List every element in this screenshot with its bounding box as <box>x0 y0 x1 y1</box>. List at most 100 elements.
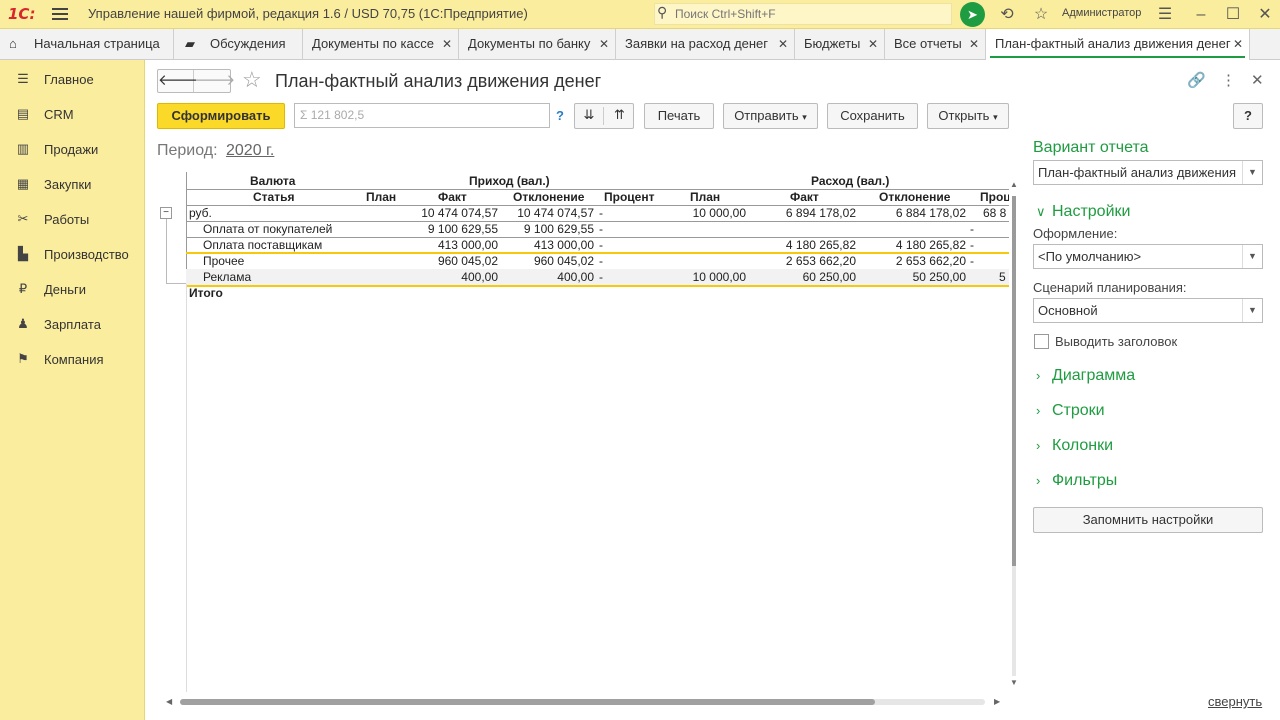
cell-expense-fact: 4 180 265,82 <box>785 238 856 252</box>
tab-discussions[interactable]: ▰ Обсуждения <box>174 29 303 60</box>
sidebar-item-purchases[interactable]: ▦ Закупки <box>0 170 145 200</box>
variant-title: Вариант отчета <box>1033 139 1149 156</box>
format-label: Оформление: <box>1033 226 1118 241</box>
col-income-fact: Факт <box>438 190 467 204</box>
settings-menu-icon[interactable]: ☰ <box>1154 4 1176 26</box>
minimize-icon[interactable]: – <box>1190 4 1212 26</box>
cell-expense-fact: 2 653 662,20 <box>785 254 856 268</box>
section-filters[interactable]: › Фильтры <box>1036 472 1117 490</box>
scroll-thumb[interactable] <box>180 699 875 705</box>
vertical-scrollbar[interactable]: ▲ ▼ <box>1010 180 1018 690</box>
cell-expense-fact: 6 894 178,02 <box>785 206 856 220</box>
sidebar-item-sales[interactable]: ▥ Продажи <box>0 135 145 165</box>
sidebar-item-crm[interactable]: ▤ CRM <box>0 100 145 130</box>
more-menu-icon[interactable]: ⋮ <box>1221 71 1236 89</box>
chevron-down-icon[interactable]: ▼ <box>1242 299 1262 322</box>
favorite-star-icon[interactable]: ☆ <box>242 67 262 93</box>
tab-budgets[interactable]: Бюджеты ✕ <box>795 29 885 60</box>
show-header-checkbox[interactable] <box>1034 334 1049 349</box>
sort-asc-icon[interactable]: ⇈ <box>605 107 634 123</box>
open-button[interactable]: Открыть ▾ <box>927 103 1009 129</box>
cell-income-fact: 413 000,00 <box>437 238 498 252</box>
open-button-label: Открыть <box>938 108 990 123</box>
close-window-icon[interactable]: ✕ <box>1254 4 1276 26</box>
history-icon[interactable]: ⟲ <box>996 4 1018 26</box>
user-name[interactable]: Администратор <box>1062 7 1141 19</box>
settings-section[interactable]: ∨ Настройки <box>1036 203 1130 221</box>
save-button[interactable]: Сохранить <box>827 103 918 129</box>
group-bracket-line <box>166 283 186 284</box>
send-button[interactable]: Отправить ▾ <box>723 103 818 129</box>
back-arrow-icon[interactable]: 🡐 <box>158 70 198 92</box>
link-icon[interactable]: 🔗 <box>1187 71 1206 89</box>
table-row[interactable]: Реклама 400,00 400,00 - 10 000,00 60 250… <box>186 269 1009 285</box>
close-icon[interactable]: ✕ <box>868 29 878 59</box>
close-icon[interactable]: ✕ <box>778 29 788 59</box>
sidebar-item-money[interactable]: ₽ Деньги <box>0 275 145 305</box>
scroll-thumb[interactable] <box>1012 196 1016 566</box>
horizontal-scrollbar[interactable]: ◀ ▶ <box>164 696 1006 708</box>
search-box[interactable]: ⚲ <box>654 3 952 25</box>
search-input[interactable] <box>675 5 945 23</box>
scenario-select[interactable]: Основной ▼ <box>1033 298 1263 323</box>
close-form-icon[interactable]: ✕ <box>1251 71 1264 89</box>
cell-expense-fact: 60 250,00 <box>802 270 856 284</box>
variant-select[interactable]: План-фактный анализ движения де ▼ <box>1033 160 1263 185</box>
sidebar-item-label: Компания <box>44 352 104 367</box>
help-icon[interactable]: ? <box>556 108 564 123</box>
chevron-right-icon: › <box>1036 368 1041 383</box>
forward-arrow-icon[interactable]: 🡒 <box>195 70 235 92</box>
tab-label: Бюджеты <box>804 36 861 51</box>
sidebar-item-company[interactable]: ⚑ Компания <box>0 345 145 375</box>
sum-field: Σ 121 802,5 <box>294 103 550 128</box>
favorites-icon[interactable]: ☆ <box>1030 4 1052 26</box>
sidebar-item-salary[interactable]: ♟ Зарплата <box>0 310 145 340</box>
send-icon[interactable]: ➤ <box>960 2 985 27</box>
collapse-link[interactable]: свернуть <box>1208 694 1262 709</box>
cell-expense-plan: 10 000,00 <box>692 270 746 284</box>
chevron-down-icon[interactable]: ▼ <box>1242 161 1262 184</box>
report-table[interactable]: − Валюта Приход (вал.) Расход (вал.) Ста… <box>157 172 1009 692</box>
main-menu-icon[interactable] <box>52 6 68 22</box>
sidebar-item-production[interactable]: ▙ Производство <box>0 240 145 270</box>
close-icon[interactable]: ✕ <box>442 29 452 59</box>
close-icon[interactable]: ✕ <box>599 29 609 59</box>
close-icon[interactable]: ✕ <box>1233 29 1243 59</box>
help-button[interactable]: ? <box>1233 103 1263 129</box>
format-select[interactable]: <По умолчанию> ▼ <box>1033 244 1263 269</box>
section-columns[interactable]: › Колонки <box>1036 437 1113 455</box>
sidebar-item-main[interactable]: ☰ Главное <box>0 65 145 95</box>
close-icon[interactable]: ✕ <box>969 29 979 59</box>
scroll-right-icon[interactable]: ▶ <box>994 697 1000 706</box>
tools-icon: ✂ <box>17 211 29 226</box>
sort-desc-icon[interactable]: ⇊ <box>575 107 604 125</box>
header-currency: Валюта <box>250 174 296 188</box>
tab-bank-docs[interactable]: Документы по банку ✕ <box>459 29 616 60</box>
cell-income-fact: 960 045,02 <box>437 254 498 268</box>
section-chart[interactable]: › Диаграмма <box>1036 367 1135 385</box>
sidebar-item-works[interactable]: ✂ Работы <box>0 205 145 235</box>
generate-button[interactable]: Сформировать <box>157 103 285 129</box>
col-income-percent: Процент <box>604 190 655 204</box>
remember-settings-button[interactable]: Запомнить настройки <box>1033 507 1263 533</box>
period-value[interactable]: 2020 г. <box>226 142 274 160</box>
cell-expense-percent: - <box>970 238 974 252</box>
tab-all-reports[interactable]: Все отчеты ✕ <box>885 29 986 60</box>
maximize-icon[interactable]: ☐ <box>1222 4 1244 26</box>
cell-expense-percent: - <box>970 222 974 236</box>
scroll-left-icon[interactable]: ◀ <box>166 697 172 706</box>
show-header-label[interactable]: Выводить заголовок <box>1055 334 1177 349</box>
tab-home[interactable]: ⌂ Начальная страница <box>0 29 174 60</box>
print-button[interactable]: Печать <box>644 103 714 129</box>
chevron-down-icon[interactable]: ▼ <box>1242 245 1262 268</box>
grid-line <box>186 284 187 692</box>
tab-cash-docs[interactable]: Документы по кассе ✕ <box>303 29 459 60</box>
scroll-down-icon[interactable]: ▼ <box>1010 678 1018 687</box>
tab-cashflow-analysis[interactable]: План-фактный анализ движения денег ✕ <box>986 29 1250 60</box>
tab-expense-requests[interactable]: Заявки на расход денег ✕ <box>616 29 795 60</box>
collapse-group-icon[interactable]: − <box>160 207 172 219</box>
section-rows[interactable]: › Строки <box>1036 402 1105 420</box>
scroll-up-icon[interactable]: ▲ <box>1010 180 1018 189</box>
list-icon: ☰ <box>17 71 29 86</box>
send-button-label: Отправить <box>734 108 799 123</box>
